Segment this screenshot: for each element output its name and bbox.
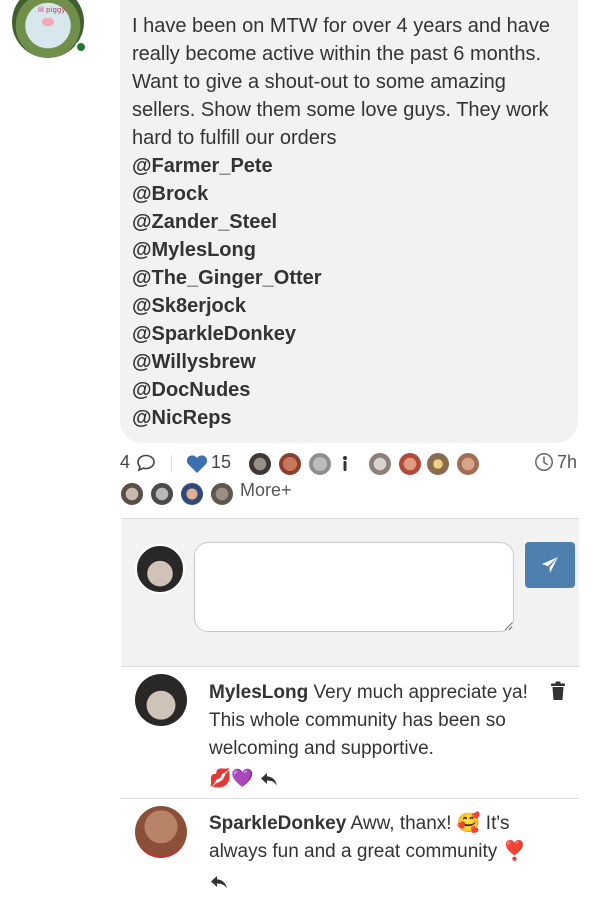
mention-link[interactable]: @NicReps <box>132 404 566 432</box>
comment-icon[interactable] <box>136 454 156 472</box>
post-stats: 4 15 7h <box>120 448 580 478</box>
liker-avatar[interactable] <box>456 452 480 476</box>
online-status-dot <box>75 41 87 53</box>
liker-avatar[interactable] <box>338 453 352 475</box>
stats-divider <box>171 455 172 473</box>
paper-plane-icon <box>542 557 558 573</box>
heart-icon[interactable] <box>186 454 208 474</box>
trash-icon[interactable] <box>549 681 567 701</box>
comment-reactions: 💋💜 <box>209 768 254 789</box>
mention-link[interactable]: @Sk8erjock <box>132 292 566 320</box>
mention-link[interactable]: @Zander_Steel <box>132 208 566 236</box>
post-body: I have been on MTW for over 4 years and … <box>132 15 550 149</box>
liker-avatar[interactable] <box>426 452 450 476</box>
mention-link[interactable]: @Willysbrew <box>132 348 566 376</box>
comment-input[interactable] <box>194 542 514 632</box>
author-avatar[interactable]: lil piggy <box>12 0 84 58</box>
commenter-avatar[interactable] <box>135 674 187 726</box>
comment-username[interactable]: MylesLong <box>209 682 308 703</box>
send-button[interactable] <box>525 542 575 588</box>
liker-avatar[interactable] <box>248 452 272 476</box>
post-bubble: I have been on MTW for over 4 years and … <box>120 0 578 443</box>
clock-icon <box>535 453 553 471</box>
mention-link[interactable]: @MylesLong <box>132 236 566 264</box>
reply-icon[interactable] <box>259 770 279 788</box>
liker-avatar[interactable] <box>398 452 422 476</box>
comment-compose <box>121 519 579 667</box>
comment-item: MylesLong Very much appreciate ya! This … <box>121 667 579 798</box>
likers-row: More+ <box>120 480 580 510</box>
mention-link[interactable]: @The_Ginger_Otter <box>132 264 566 292</box>
mention-link[interactable]: @SparkleDonkey <box>132 320 566 348</box>
current-user-avatar[interactable] <box>135 544 185 594</box>
liker-avatar[interactable] <box>150 482 174 506</box>
comment-count[interactable]: 4 <box>120 452 130 473</box>
post-time: 7h <box>557 452 578 472</box>
commenter-avatar[interactable] <box>135 806 187 858</box>
reply-icon[interactable] <box>209 873 229 891</box>
comment-username[interactable]: SparkleDonkey <box>209 813 346 834</box>
mention-link[interactable]: @Brock <box>132 180 566 208</box>
liker-avatar[interactable] <box>278 452 302 476</box>
avatar-shirt-text: lil piggy <box>38 6 66 14</box>
comment-content: MylesLong Very much appreciate ya! This … <box>209 679 549 793</box>
like-count[interactable]: 15 <box>211 452 231 473</box>
liker-avatar[interactable] <box>180 482 204 506</box>
liker-avatar[interactable] <box>120 482 144 506</box>
mention-link[interactable]: @DocNudes <box>132 376 566 404</box>
liker-avatar[interactable] <box>308 452 332 476</box>
liker-avatar[interactable] <box>368 452 392 476</box>
mention-link[interactable]: @Farmer_Pete <box>132 152 566 180</box>
liker-avatar[interactable] <box>210 482 234 506</box>
more-likers-link[interactable]: More+ <box>240 480 292 501</box>
comment-item: SparkleDonkey Aww, thanx! 🥰 It's always … <box>121 799 579 902</box>
pig-graphic <box>42 18 54 26</box>
comment-content: SparkleDonkey Aww, thanx! 🥰 It's always … <box>209 810 549 896</box>
